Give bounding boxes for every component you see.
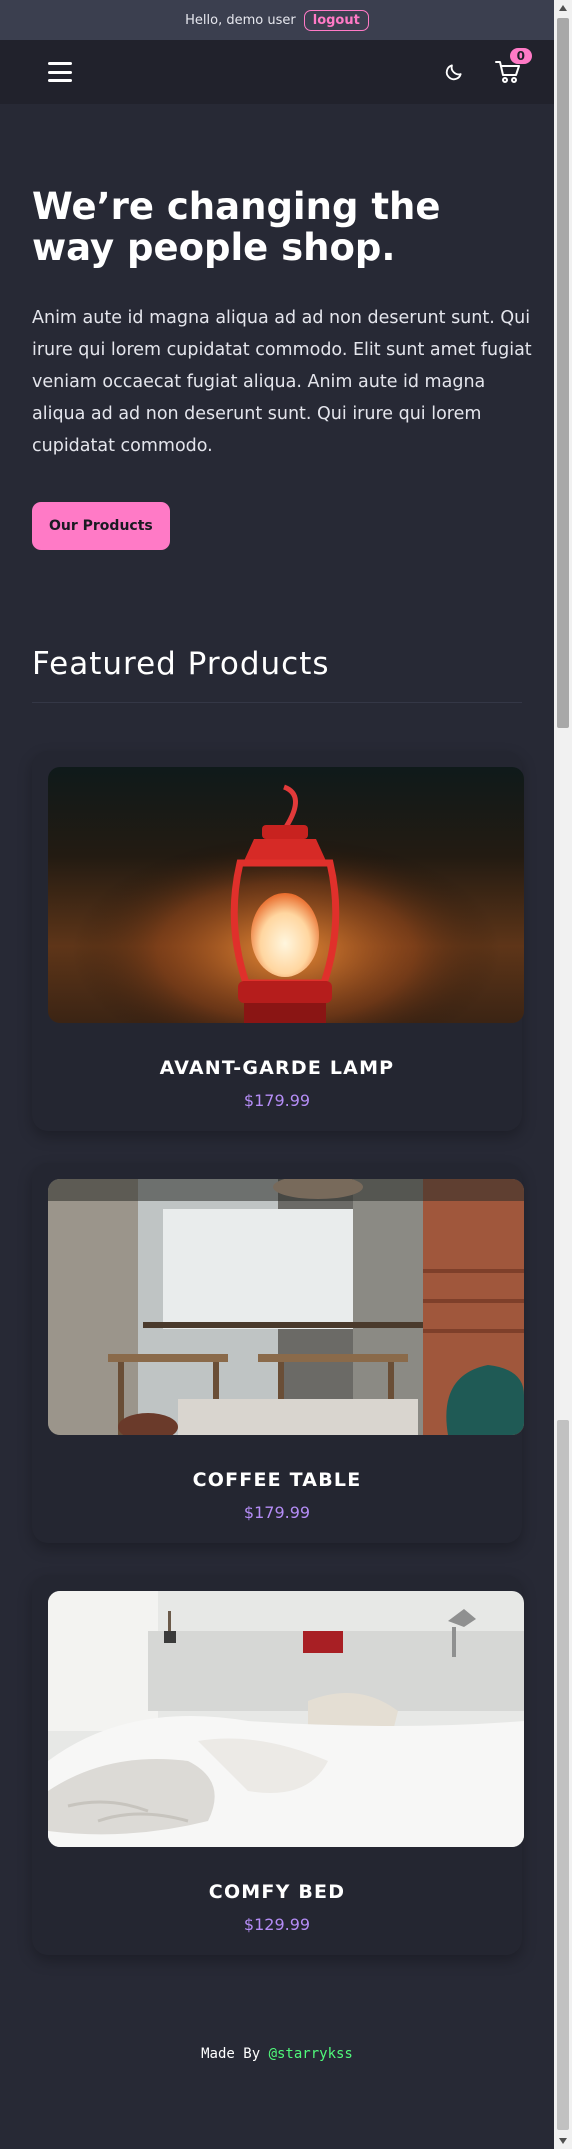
scrollbar-thumb-secondary[interactable] <box>557 1420 569 2130</box>
footer-made-by: Made By <box>201 2046 269 2062</box>
navbar: 0 <box>0 40 554 104</box>
scroll-up-icon[interactable] <box>554 0 572 16</box>
bed-product-image[interactable] <box>48 1591 524 1847</box>
navbar-actions: 0 <box>444 48 532 86</box>
greeting-text: Hello, demo user <box>185 12 296 28</box>
product-list: AVANT-GARDE LAMP $179.99 COFFEE TABLE $1… <box>0 703 554 1955</box>
vertical-scrollbar[interactable] <box>554 0 572 2149</box>
product-price: $129.99 <box>243 1915 311 1934</box>
coffee-table-product-image[interactable] <box>48 1179 524 1435</box>
our-products-button[interactable]: Our Products <box>32 502 170 550</box>
product-card[interactable]: COMFY BED $129.99 <box>32 1575 524 1955</box>
scrollbar-thumb[interactable] <box>557 18 569 728</box>
hero-description: Anim aute id magna aliqua ad ad non dese… <box>32 308 532 456</box>
moon-icon[interactable] <box>444 62 464 82</box>
product-name[interactable]: AVANT-GARDE LAMP <box>48 1057 506 1079</box>
product-card[interactable]: COFFEE TABLE $179.99 <box>32 1163 524 1543</box>
featured-title: Featured Products <box>32 646 522 703</box>
logout-button[interactable]: logout <box>303 9 369 31</box>
product-name[interactable]: COMFY BED <box>48 1881 506 1903</box>
page: Hello, demo user logout 0 We’re changing… <box>0 0 554 2149</box>
author-link[interactable]: @starrykss <box>269 2046 353 2062</box>
lantern-product-image[interactable] <box>48 767 524 1023</box>
product-price: $179.99 <box>243 1503 311 1522</box>
cart-count-badge: 0 <box>509 48 532 64</box>
cart-button[interactable]: 0 <box>494 48 532 86</box>
featured-section: Featured Products <box>0 550 554 703</box>
product-name[interactable]: COFFEE TABLE <box>48 1469 506 1491</box>
product-card[interactable]: AVANT-GARDE LAMP $179.99 <box>32 751 524 1131</box>
scroll-down-icon[interactable] <box>554 2133 572 2149</box>
hero-section: We’re changing the way people shop. Anim… <box>0 104 554 550</box>
top-bar: Hello, demo user logout <box>0 0 554 40</box>
hamburger-menu-icon[interactable] <box>48 62 72 82</box>
hero-title: We’re changing the way people shop. <box>32 185 441 269</box>
footer: Made By @starrykss <box>0 2046 554 2062</box>
product-price: $179.99 <box>243 1091 311 1110</box>
